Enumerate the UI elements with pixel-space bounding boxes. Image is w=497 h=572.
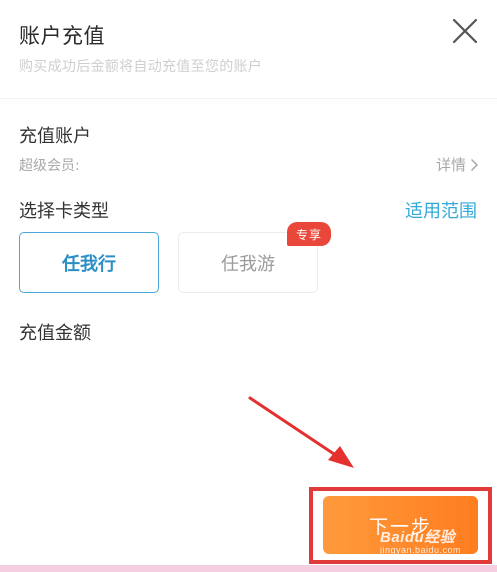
bottom-strip <box>0 565 497 572</box>
detail-link[interactable]: 详情 <box>436 154 479 175</box>
page-title: 账户充值 <box>19 24 105 48</box>
detail-link-label: 详情 <box>435 156 466 174</box>
scope-link[interactable]: 适用范围 <box>405 197 477 223</box>
card-type-title: 选择卡类型 <box>19 201 109 222</box>
exclusive-badge: 专享 <box>287 222 331 246</box>
card-option-label: 任我行 <box>62 253 116 275</box>
close-button[interactable] <box>446 12 484 50</box>
close-icon <box>452 18 478 44</box>
card-option-renwoxing[interactable]: 任我行 <box>19 232 159 293</box>
member-label: 超级会员: <box>19 158 80 174</box>
account-section-title: 充值账户 <box>19 126 91 147</box>
amount-section-title: 充值金额 <box>19 323 91 344</box>
chevron-right-icon <box>470 158 479 171</box>
watermark-site: jingyan.baidu.com <box>380 545 462 555</box>
watermark-logo: Baidu经验 <box>380 529 456 546</box>
header-divider <box>0 98 497 99</box>
card-option-label: 任我游 <box>221 253 275 275</box>
page-subtitle: 购买成功后金额将自动充值至您的账户 <box>19 59 263 75</box>
dialog-header: 账户充值 购买成功后金额将自动充值至您的账户 <box>0 0 497 98</box>
baidu-watermark: Baidu经验 jingyan.baidu.com <box>380 526 461 555</box>
